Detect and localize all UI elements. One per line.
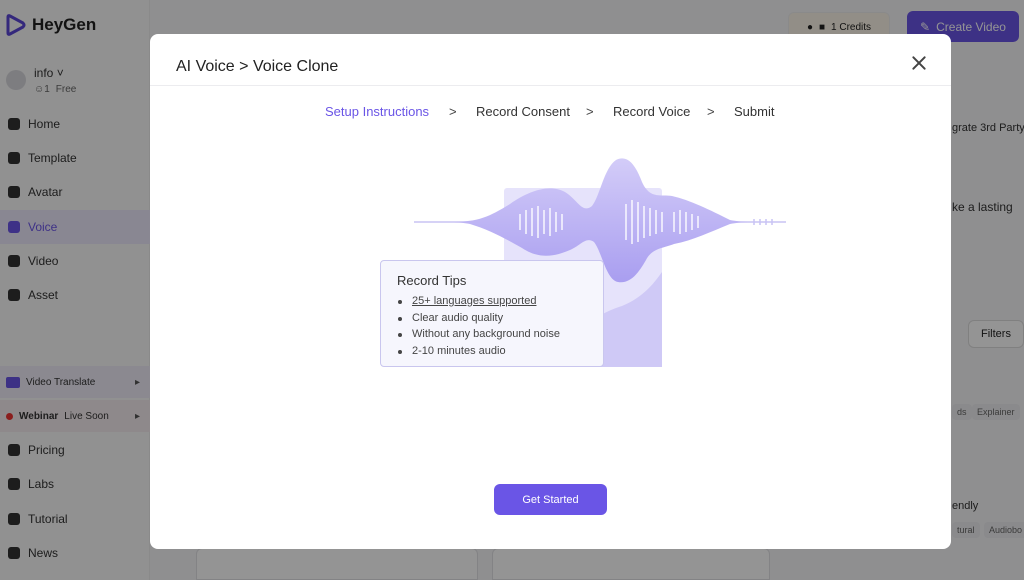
step-setup-instructions[interactable]: Setup Instructions <box>325 104 429 119</box>
get-started-button[interactable]: Get Started <box>494 484 607 515</box>
modal-title: AI Voice > Voice Clone <box>176 58 339 75</box>
record-tips-title: Record Tips <box>397 273 467 288</box>
close-icon[interactable] <box>910 54 928 72</box>
step-record-consent[interactable]: Record Consent <box>476 104 570 119</box>
step-submit[interactable]: Submit <box>734 104 774 119</box>
step-record-voice[interactable]: Record Voice <box>613 104 690 119</box>
step-separator: > <box>707 104 715 119</box>
step-separator: > <box>586 104 594 119</box>
step-separator: > <box>449 104 457 119</box>
tip-item: Without any background noise <box>397 326 587 343</box>
record-tips-list: 25+ languages supported Clear audio qual… <box>397 293 587 359</box>
tip-item: Clear audio quality <box>397 310 587 327</box>
record-tips-card: Record Tips 25+ languages supported Clea… <box>380 260 604 367</box>
voice-clone-modal: AI Voice > Voice Clone Setup Instruction… <box>150 34 951 549</box>
modal-header: AI Voice > Voice Clone <box>150 34 951 86</box>
tip-languages-link[interactable]: 25+ languages supported <box>397 293 587 310</box>
stepper: Setup Instructions > Record Consent > Re… <box>150 102 951 122</box>
tip-item: 2-10 minutes audio <box>397 343 587 360</box>
